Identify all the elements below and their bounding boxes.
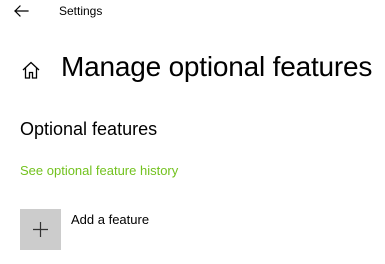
title-bar: Settings — [0, 0, 385, 24]
page-title: Manage optional features — [61, 51, 373, 82]
arrow-left-icon — [10, 2, 32, 20]
window-title: Settings — [59, 4, 103, 18]
add-feature-button[interactable]: Add a feature — [20, 209, 240, 250]
back-button[interactable] — [10, 2, 32, 20]
add-feature-tile[interactable] — [20, 209, 61, 250]
add-feature-label: Add a feature — [71, 212, 150, 227]
page-header: Manage optional features — [0, 50, 385, 90]
optional-feature-history-link[interactable]: See optional feature history — [20, 163, 178, 179]
home-icon[interactable] — [20, 59, 42, 81]
section-heading: Optional features — [20, 119, 158, 139]
